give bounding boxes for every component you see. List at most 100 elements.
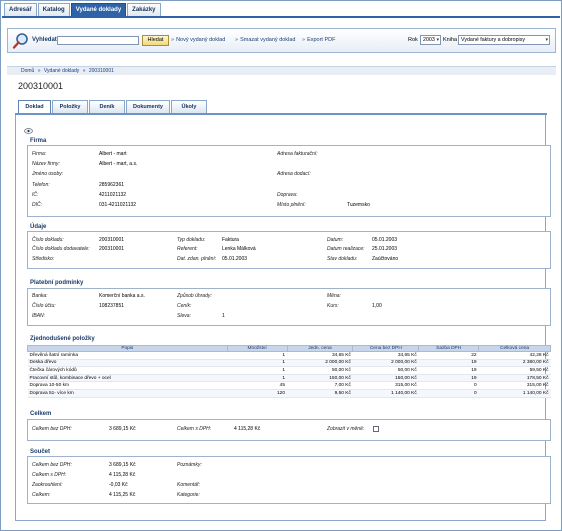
cell-sazba-dph: 0 [418, 389, 479, 398]
document-tabs: Doklad Položky Deník Dokumenty Úkoly [18, 100, 208, 113]
value-banka: Komerční banka a.s. [99, 293, 145, 299]
label-celkem: Celkem: [32, 492, 51, 498]
show-currency-checkbox[interactable] [373, 426, 379, 432]
cell-cena-bez-dph: 150,00 Kč [352, 374, 419, 383]
label-zobrazit-v-mene: Zobrazit v měně: [327, 426, 365, 432]
tab-doklad[interactable]: Doklad [18, 100, 51, 113]
cell-celkova-cena: 1 140,00 Kč [478, 389, 551, 398]
value-firma: Albert - mart [99, 151, 127, 157]
label-soucet-s-dph: Celkem s DPH: [32, 472, 67, 478]
table-row: Pracovní stůl, kombinace dřevo + ocel 1 … [27, 374, 551, 383]
book-label: Kniha [443, 37, 458, 43]
cell-celkova-cena: 2 380,00 Kč [478, 359, 551, 368]
tab-zakazky[interactable]: Zakázky [127, 3, 161, 17]
label-firma: Firma: [32, 151, 47, 157]
table-row: Čtečka čárových kódů 1 50,00 Kč 50,00 Kč… [27, 366, 551, 375]
value-typ-dokladu: Faktura [222, 237, 239, 243]
breadcrumb-home[interactable]: Domů [21, 68, 34, 74]
cell-cena-bez-dph: 34,65 Kč [352, 351, 419, 360]
new-document-link[interactable]: Nový vydaný doklad [171, 37, 225, 43]
book-select[interactable]: Vydané faktury a dobropisy ▾ [458, 35, 550, 45]
cell-celkova-cena: 42,28 Kč [478, 351, 551, 360]
label-poznamky: Poznámky: [177, 462, 202, 468]
tab-denik[interactable]: Deník [89, 100, 125, 113]
label-ic: IČ: [32, 192, 39, 198]
cell-jedn-cena: 7,00 Kč [287, 381, 353, 390]
cell-popis: Deska dřevo [27, 359, 228, 368]
delete-document-link[interactable]: Smazat vydaný doklad [235, 37, 295, 43]
search-input[interactable] [57, 36, 139, 45]
label-stredisko: Středisko: [32, 256, 55, 262]
label-stav-dokladu: Stav dokladu: [327, 256, 358, 262]
cell-cena-bez-dph: 1 140,00 Kč [352, 389, 419, 398]
chevron-down-icon: ▾ [545, 37, 548, 43]
breadcrumb-separator: » [82, 68, 86, 74]
cell-sazba-dph: 19 [418, 366, 479, 375]
cell-sazba-dph: 22 [418, 351, 479, 360]
cell-popis: Doprava 51- více km [27, 389, 228, 398]
cell-popis: Dřevěná šatní ramínka [27, 351, 228, 360]
tab-polozky[interactable]: Položky [52, 100, 88, 113]
cell-jedn-cena: 2 000,00 Kč [287, 359, 353, 368]
label-iban: IBAN: [32, 313, 46, 319]
label-celkem-bez-dph: Celkem bez DPH: [32, 426, 72, 432]
toolbar: Vyhledat: Hledat Nový vydaný doklad Smaz… [7, 28, 556, 53]
cell-sazba-dph: 0 [418, 381, 479, 390]
label-zaokrouhleni: Zaokrouhlení: [32, 482, 63, 488]
value-celkem: 4 115,25 Kč [109, 492, 136, 498]
label-cislo-uctu: Číslo účtu: [32, 303, 56, 309]
chevron-down-icon: ▾ [436, 37, 439, 43]
label-banka: Banka: [32, 293, 48, 299]
breadcrumb-vydane-doklady[interactable]: Vydané doklady [44, 68, 79, 74]
year-select[interactable]: 2003 ▾ [420, 35, 441, 45]
section-celkem [27, 419, 551, 441]
section-title-soucet: Součet [30, 449, 51, 455]
cell-celkova-cena: 178,50 Kč [478, 374, 551, 383]
value-stav-dokladu: Zaúčtováno [372, 256, 399, 262]
cell-jedn-cena: 34,65 Kč [287, 351, 353, 360]
label-cislo-dokladu: Číslo dokladu: [32, 237, 64, 243]
print-icon[interactable] [24, 128, 33, 134]
items-table: Popis Množství Jedn. cena Cena bez DPH S… [27, 345, 551, 398]
cell-cena-bez-dph: 315,00 Kč [352, 381, 419, 390]
value-dat-zdan-plneni: 05.01.2003 [222, 256, 248, 262]
section-title-platebni: Platební podmínky [30, 280, 84, 286]
section-title-firma: Firma [30, 138, 47, 144]
table-row: Deska dřevo 1 2 000,00 Kč 2 000,00 Kč 19… [27, 359, 551, 368]
value-celkem-s-dph: 4 115,28 Kč [234, 426, 261, 432]
tab-adresar[interactable]: Adresář [4, 3, 37, 17]
label-kurs: Kurs: [327, 303, 339, 309]
value-referent: Lenka Málková [222, 246, 256, 252]
cell-jedn-cena: 50,00 Kč [287, 366, 353, 375]
label-misto-plneni: Místo plnění: [277, 202, 306, 208]
label-mena: Měna: [327, 293, 341, 299]
label-dic: DIČ: [32, 202, 42, 208]
tab-dokumenty[interactable]: Dokumenty [126, 100, 170, 113]
tab-vydane-doklady[interactable]: Vydané doklady [70, 3, 127, 17]
value-soucet-s-dph: 4 115,28 Kč [109, 472, 136, 478]
tab-ukoly[interactable]: Úkoly [171, 100, 207, 113]
label-adresa-fakturacni: Adresa fakturační: [277, 151, 318, 157]
year-label: Rok [408, 37, 418, 43]
breadcrumb-separator: » [37, 68, 41, 74]
search-button[interactable]: Hledat [142, 35, 169, 46]
label-referent: Referent: [177, 246, 198, 252]
tab-katalog[interactable]: Katalog [37, 3, 70, 17]
cell-popis: Doprava 10-50 km [27, 381, 228, 390]
cell-sazba-dph: 19 [418, 374, 479, 383]
value-cislo-uctu: 108237851 [99, 303, 125, 309]
breadcrumb: Domů » Vydané doklady » 200310001 [21, 68, 116, 74]
value-datum-realizace: 25.01.2003 [372, 246, 398, 252]
export-pdf-link[interactable]: Export PDF [302, 37, 335, 43]
label-datum: Datum: [327, 237, 344, 243]
cell-cena-bez-dph: 50,00 Kč [352, 366, 419, 375]
value-nazev-firmy: Albert - mart, a.s. [99, 161, 138, 167]
value-kurs: 1,00 [372, 303, 382, 309]
table-row: Doprava 51- více km 120 9,50 Kč 1 140,00… [27, 389, 551, 398]
value-soucet-bez-dph: 3 689,15 Kč [109, 462, 136, 468]
book-value: Vydané faktury a dobropisy [461, 37, 525, 43]
search-label: Vyhledat: [32, 37, 59, 43]
cell-mnozstvi: 1 [227, 351, 287, 360]
label-datum-realizace: Datum realizace: [327, 246, 365, 252]
label-dat-zdan-plneni: Dat. zdan. plnění: [177, 256, 217, 262]
